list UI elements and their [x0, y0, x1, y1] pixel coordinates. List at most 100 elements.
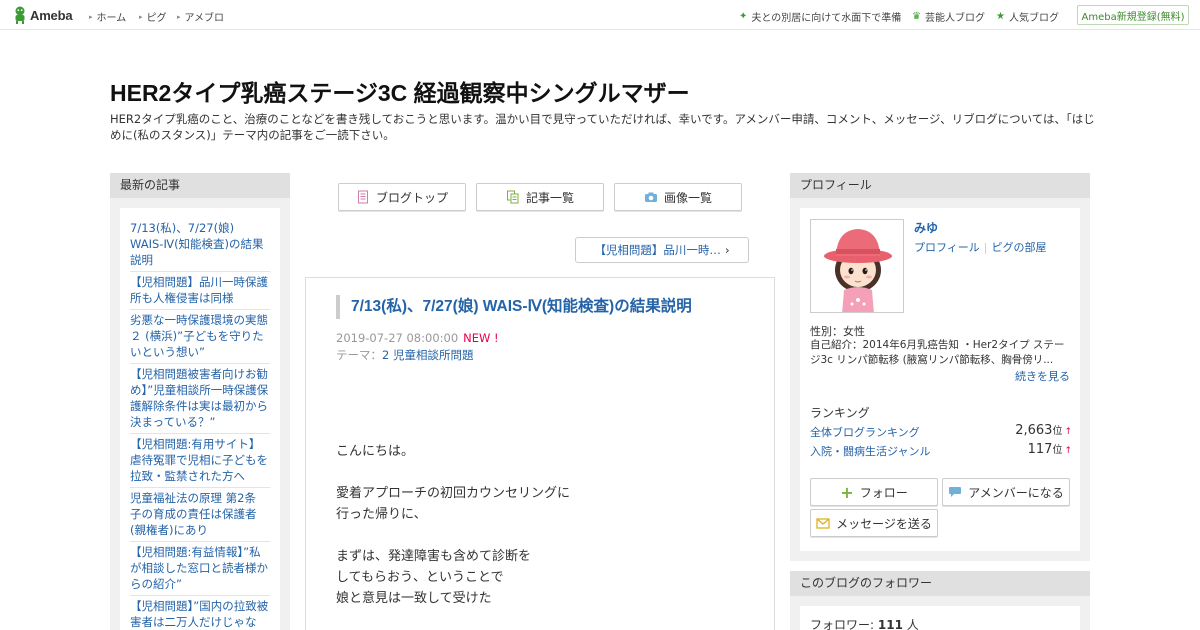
ranking-value-group: 2,663位 ↑ [1015, 422, 1072, 438]
blog-top-button[interactable]: ブログトップ [338, 183, 466, 211]
popular-blogs-label: 人気ブログ [1008, 13, 1059, 24]
nav-ameblo[interactable]: ▸ アメブロ [177, 9, 225, 25]
entry-paragraph: こんにちは。 [336, 441, 746, 462]
new-badge: NEW ! [463, 331, 499, 345]
follower-unit: 人 [906, 618, 919, 630]
ranking-unit: 位 [1052, 445, 1063, 456]
recent-articles-list: 7/13(私)、7/27(娘) WAIS-Ⅳ(知能検査)の結果説明 【児相問題】… [120, 208, 280, 630]
nav-home[interactable]: ▸ ホーム [89, 9, 127, 25]
entry-line: こんにちは。 [336, 444, 415, 459]
rank-up-arrow-icon: ↑ [1064, 427, 1072, 437]
ranking-name-link[interactable]: 全体ブログランキング [810, 424, 920, 440]
plus-icon: + [840, 482, 854, 502]
profile-box: プロフィール みゆ プロフィール | ピグの部屋 性別：女性 自己紹介：2014… [790, 173, 1090, 561]
theme-link[interactable]: 2 児童相談所問題 [382, 348, 473, 362]
next-article-link[interactable]: 【児相問題】品川一時… › [575, 237, 749, 263]
recent-article-link[interactable]: 【児相問題:有用サイト】虐待冤罪で児相に子どもを拉致・監禁された方へ [130, 434, 270, 488]
envelope-icon [816, 517, 830, 529]
send-message-label: メッセージを送る [836, 516, 932, 531]
ranking-name-link[interactable]: 入院・闘病生活ジャンル [810, 443, 930, 459]
follower-label: フォロワー: [810, 618, 875, 630]
blog-top-label: ブログトップ [375, 190, 448, 205]
entry-line: まずは、発達障害も含めて診断を [336, 549, 532, 564]
profile-card: みゆ プロフィール | ピグの部屋 性別：女性 自己紹介：2014年6月乳癌告知 ・… [800, 208, 1080, 551]
link-separator: | [983, 241, 988, 254]
celebrity-blogs-label: 芸能人ブログ [924, 13, 985, 24]
amember-button[interactable]: アメンバーになる [942, 478, 1070, 506]
entry-date: 2019-07-27 08:00:00 [336, 331, 459, 345]
entry-meta: 2019-07-27 08:00:00 NEW ! [336, 331, 499, 345]
entry-title[interactable]: 7/13(私)、7/27(娘) WAIS-Ⅳ(知能検査)の結果説明 [336, 295, 756, 319]
ameba-logo-icon [15, 6, 25, 24]
entry-line: 娘と意見は一致して受けた [336, 591, 492, 606]
profile-intro: 自己紹介：2014年6月乳癌告知 ・Her2タイプ ステージ3c リンパ節転移 … [810, 339, 1065, 366]
logo-text: Ameba [30, 7, 73, 23]
entry-line: 愛着アプローチの初回カウンセリングに [336, 486, 571, 501]
image-list-button[interactable]: 画像一覧 [614, 183, 742, 211]
followers-box: このブログのフォロワー フォロワー: 111 人 [790, 571, 1090, 630]
ranking-row: 全体ブログランキング 2,663位 ↑ [810, 422, 1072, 440]
document-icon [357, 190, 368, 204]
entry-theme: テーマ：2 児童相談所問題 [336, 347, 473, 363]
profile-name[interactable]: みゆ [914, 219, 938, 236]
entry-line: 行った帰りに、 [336, 507, 427, 522]
ranking-unit: 位 [1052, 426, 1063, 437]
amember-label: アメンバーになる [968, 485, 1064, 500]
follow-label: フォロー [859, 485, 908, 500]
profile-heading: プロフィール [790, 173, 1090, 198]
chevron-right-icon: › [724, 243, 730, 257]
article-list-button[interactable]: 記事一覧 [476, 183, 604, 211]
blog-title[interactable]: HER2タイプ乳癌ステージ3C 経過観察中シングルマザー [110, 74, 690, 108]
link-featured-blog[interactable]: ✦ 夫との別居に向けて水面下で準備 [739, 9, 901, 24]
article-list-label: 記事一覧 [525, 190, 574, 205]
top-bar: Ameba ▸ ホーム ▸ ピグ ▸ アメブロ ✦ 夫との別居に向けて水面下で準備 ♛ 芸… [0, 0, 1200, 30]
recent-article-link[interactable]: 【児相問題】”国内の拉致被害者は二万人だけじゃない。②”(書音の匿名通報 [130, 596, 270, 630]
pigg-room-link[interactable]: ピグの部屋 [992, 241, 1047, 254]
recent-articles-box: 最新の記事 7/13(私)、7/27(娘) WAIS-Ⅳ(知能検査)の結果説明 … [110, 173, 290, 630]
recent-articles-heading: 最新の記事 [110, 173, 290, 198]
entry-paragraph: まずは、発達障害も含めて診断を してもらおう、ということで 娘と意見は一致して受… [336, 546, 746, 609]
nav-pigg[interactable]: ▸ ピグ [139, 9, 167, 25]
recent-article-link[interactable]: 7/13(私)、7/27(娘) WAIS-Ⅳ(知能検査)の結果説明 [130, 218, 270, 272]
recent-article-link[interactable]: 【児相問題】品川一時保護所も人権侵害は同様 [130, 272, 270, 310]
followers-card: フォロワー: 111 人 [800, 606, 1080, 630]
camera-icon [644, 192, 657, 202]
blog-description: HER2タイプ乳癌のこと、治療のことなどを書き残しておこうと思います。温かい目で… [110, 112, 1095, 142]
ranking-value: 117 [1027, 442, 1053, 457]
signup-button[interactable]: Ameba新規登録(無料) [1077, 5, 1189, 25]
crown-icon: ♛ [912, 11, 921, 22]
caret-right-icon: ▸ [89, 12, 93, 21]
rank-up-arrow-icon: ↑ [1064, 446, 1072, 456]
pages-icon [506, 190, 519, 204]
nav-ameblo-label: アメブロ [184, 13, 225, 24]
ameba-logo[interactable]: Ameba [13, 6, 73, 24]
article-card: 7/13(私)、7/27(娘) WAIS-Ⅳ(知能検査)の結果説明 2019-0… [305, 277, 775, 630]
profile-gender: 性別：女性 [810, 325, 865, 338]
send-message-button[interactable]: メッセージを送る [810, 509, 938, 537]
theme-label: テーマ： [336, 348, 382, 362]
star-icon: ★ [996, 11, 1005, 22]
entry-line: してもらおう、ということで [336, 570, 504, 585]
nav-home-label: ホーム [96, 13, 127, 24]
recent-article-link[interactable]: 劣悪な一時保護環境の実態２ (横浜)”子どもを守りたいという想い” [130, 310, 270, 364]
recent-article-link[interactable]: 【児相問題:有益情報】”私が相談した窓口と読者様からの紹介” [130, 542, 270, 596]
link-celebrity-blogs[interactable]: ♛ 芸能人ブログ [912, 9, 985, 24]
next-article-label: 【児相問題】品川一時… [594, 243, 721, 257]
follow-button[interactable]: + フォロー [810, 478, 938, 506]
ranking-value: 2,663 [1015, 423, 1053, 438]
image-list-label: 画像一覧 [663, 190, 712, 205]
recent-article-link[interactable]: 児童福祉法の原理 第2条 子の育成の責任は保護者(親権者)にあり [130, 488, 270, 542]
caret-right-icon: ▸ [139, 12, 143, 21]
featured-blog-label: 夫との別居に向けて水面下で準備 [751, 13, 902, 24]
follower-count: フォロワー: 111 人 [810, 616, 919, 630]
profile-link[interactable]: プロフィール [914, 241, 980, 254]
avatar-illustration [811, 220, 903, 312]
entry-paragraph: 愛着アプローチの初回カウンセリングに 行った帰りに、 [336, 483, 746, 525]
ranking-heading: ランキング [810, 406, 870, 420]
entry-body: こんにちは。 愛着アプローチの初回カウンセリングに 行った帰りに、 まずは、発達… [336, 441, 746, 630]
sparkle-icon: ✦ [739, 11, 748, 22]
link-popular-blogs[interactable]: ★ 人気ブログ [996, 9, 1059, 24]
read-more-link[interactable]: 続きを見る [1015, 368, 1070, 384]
avatar[interactable] [810, 219, 904, 313]
recent-article-link[interactable]: 【児相問題被害者向けお勧め】”児童相談所一時保護保護解除条件は実は最初から決まっ… [130, 364, 270, 434]
